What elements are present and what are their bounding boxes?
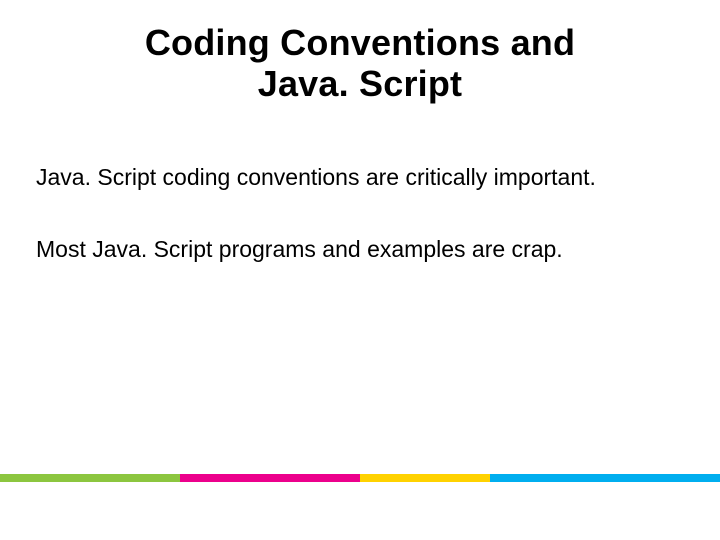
paragraph-2: Most Java. Script programs and examples … — [36, 235, 684, 265]
title-line-1: Coding Conventions and — [145, 22, 575, 63]
paragraph-1: Java. Script coding conventions are crit… — [36, 163, 684, 193]
slide: Coding Conventions and Java. Script Java… — [0, 0, 720, 540]
stripe-segment-pink — [180, 474, 360, 482]
stripe-segment-green — [0, 474, 180, 482]
title-line-2: Java. Script — [258, 63, 463, 104]
slide-title: Coding Conventions and Java. Script — [36, 22, 684, 105]
stripe-segment-yellow — [360, 474, 490, 482]
accent-stripe — [0, 474, 720, 482]
stripe-segment-cyan — [490, 474, 720, 482]
